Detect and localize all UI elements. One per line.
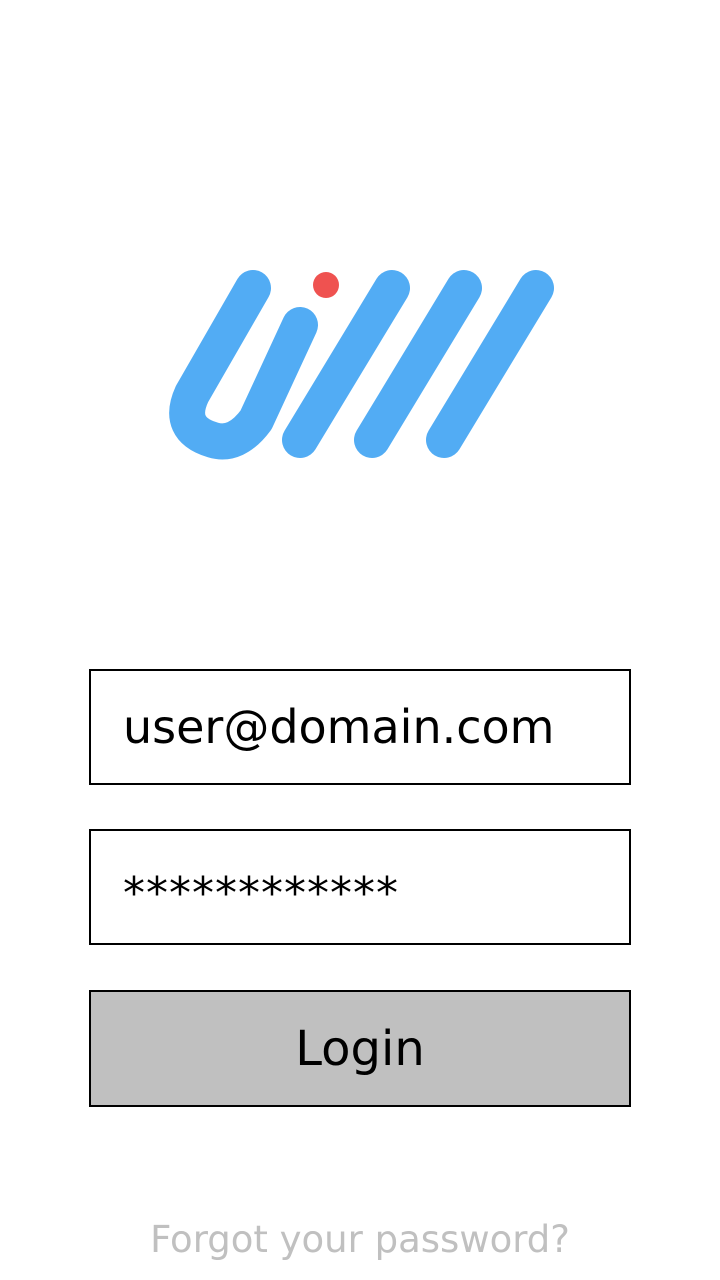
- login-screen: user@domain.com ************ Login Forgo…: [0, 0, 720, 1280]
- password-value: ************: [123, 867, 399, 919]
- password-field[interactable]: ************: [89, 829, 631, 945]
- email-value: user@domain.com: [123, 700, 555, 754]
- login-button[interactable]: Login: [89, 990, 631, 1107]
- forgot-password-link[interactable]: Forgot your password?: [0, 1218, 720, 1261]
- brand-logo-icon: [169, 270, 554, 460]
- login-button-label: Login: [295, 1020, 425, 1077]
- email-field[interactable]: user@domain.com: [89, 669, 631, 785]
